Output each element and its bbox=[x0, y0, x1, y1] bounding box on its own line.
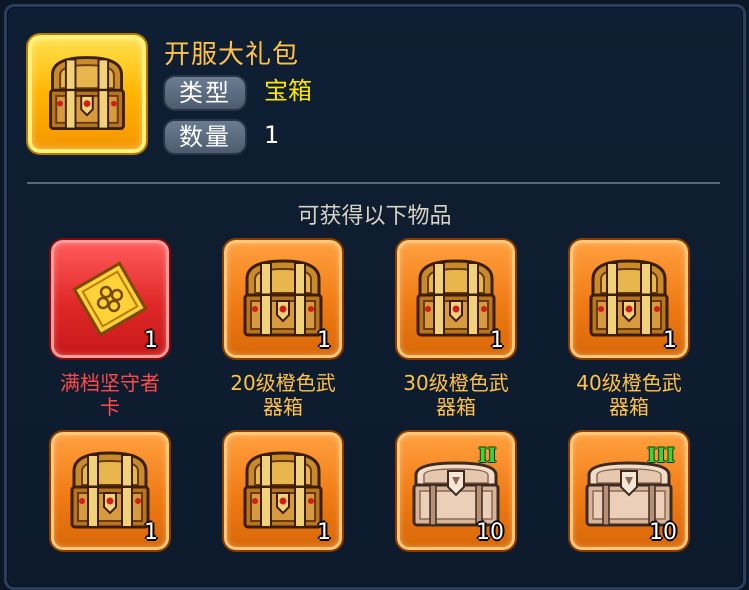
reward-item-card[interactable]: 1 bbox=[51, 240, 169, 358]
divider bbox=[27, 182, 720, 184]
quantity-label: 数量 bbox=[163, 119, 247, 155]
item-count: 1 bbox=[144, 520, 158, 545]
item-count: 1 bbox=[144, 328, 158, 353]
item-name: 30级橙色武 器箱 bbox=[403, 371, 509, 419]
reward-item-chest[interactable]: 1 bbox=[51, 432, 169, 550]
reward-item-chest[interactable]: 1 bbox=[224, 240, 342, 358]
section-title: 可获得以下物品 bbox=[297, 204, 452, 229]
item-count: 10 bbox=[476, 520, 504, 545]
reward-item-chest[interactable]: 1 bbox=[570, 240, 688, 358]
tier-badge: II bbox=[478, 443, 497, 467]
reward-item-chest[interactable]: 1 bbox=[224, 432, 342, 550]
reward-item-silver-chest[interactable]: II 10 bbox=[397, 432, 515, 550]
reward-item-chest[interactable]: 1 bbox=[397, 240, 515, 358]
type-label: 类型 bbox=[163, 75, 247, 111]
item-name: 40级橙色武 器箱 bbox=[576, 371, 682, 419]
item-count: 10 bbox=[649, 520, 677, 545]
gold-chest-icon bbox=[39, 46, 135, 142]
reward-item-silver-chest[interactable]: III 10 bbox=[570, 432, 688, 550]
item-title: 开服大礼包 bbox=[164, 40, 300, 70]
item-name: 20级橙色武 器箱 bbox=[230, 371, 336, 419]
tier-badge: III bbox=[647, 443, 676, 467]
type-value: 宝箱 bbox=[264, 77, 312, 105]
item-count: 1 bbox=[490, 328, 504, 353]
item-count: 1 bbox=[317, 328, 331, 353]
main-item-icon bbox=[28, 35, 146, 153]
quantity-value: 1 bbox=[264, 121, 280, 149]
item-name: 满档坚守者卡 bbox=[60, 371, 160, 419]
item-count: 1 bbox=[663, 328, 677, 353]
item-count: 1 bbox=[317, 520, 331, 545]
